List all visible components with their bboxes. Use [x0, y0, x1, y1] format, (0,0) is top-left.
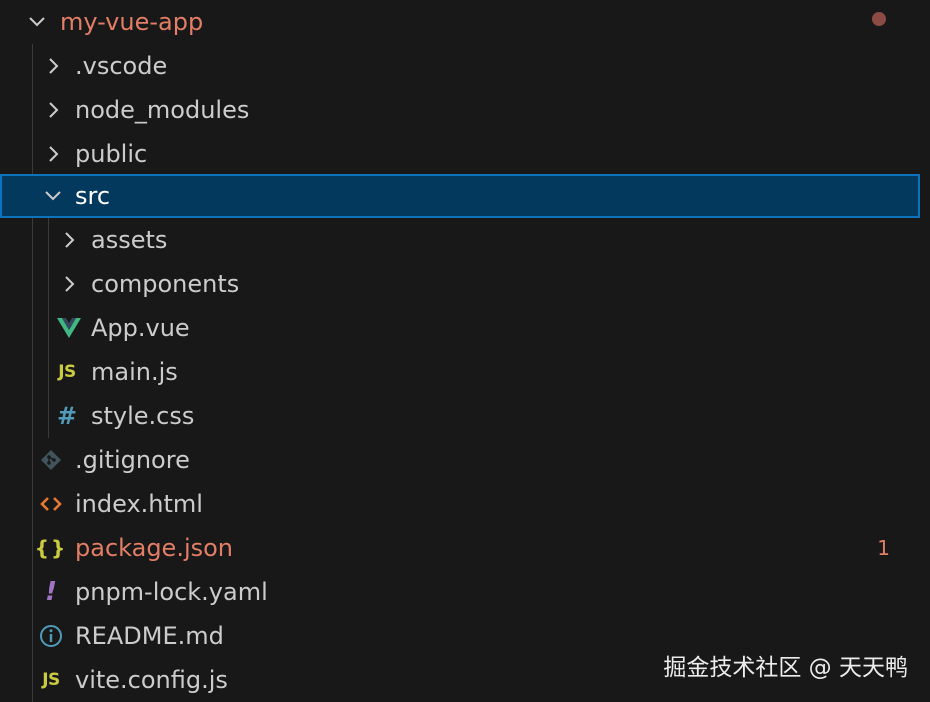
tree-item-package-json[interactable]: {} package.json 1	[0, 526, 930, 570]
html-icon	[38, 482, 64, 526]
chevron-right-icon	[56, 218, 82, 262]
tree-item-components-folder[interactable]: components	[0, 262, 930, 306]
yaml-icon: !	[45, 577, 57, 607]
tree-item-label: node_modules	[75, 96, 250, 124]
js-icon: JS	[42, 670, 60, 690]
tree-item-main-js[interactable]: JS main.js	[0, 350, 930, 394]
root-folder-label: my-vue-app	[60, 8, 204, 36]
tree-item-pnpm-lock-yaml[interactable]: ! pnpm-lock.yaml	[0, 570, 930, 614]
watermark-text: 掘金技术社区 @ 天天鸭	[663, 655, 908, 681]
tree-item-label: vite.config.js	[75, 666, 228, 694]
info-icon	[38, 614, 64, 658]
chevron-down-icon	[40, 174, 66, 218]
tree-item-src-folder[interactable]: src	[0, 174, 920, 218]
tree-item-vscode-folder[interactable]: .vscode	[0, 44, 930, 88]
chevron-right-icon	[40, 88, 66, 132]
tree-item-label: App.vue	[91, 314, 190, 342]
tree-item-label: style.css	[91, 402, 195, 430]
tree-item-index-html[interactable]: index.html	[0, 482, 930, 526]
tree-item-label: package.json	[75, 534, 234, 562]
git-icon	[38, 438, 64, 482]
tree-item-app-vue[interactable]: App.vue	[0, 306, 930, 350]
vue-icon	[56, 306, 82, 350]
json-icon: {}	[34, 536, 68, 560]
tree-item-node-modules-folder[interactable]: node_modules	[0, 88, 930, 132]
problem-count-badge: 1	[877, 536, 890, 560]
tree-item-label: components	[91, 270, 240, 298]
tree-item-label: index.html	[75, 490, 203, 518]
chevron-right-icon	[56, 262, 82, 306]
tree-item-public-folder[interactable]: public	[0, 132, 930, 176]
tree-item-label: README.md	[75, 622, 224, 650]
tree-item-label: public	[75, 140, 148, 168]
tree-item-style-css[interactable]: # style.css	[0, 394, 930, 438]
file-explorer-tree: my-vue-app .vscode node_modules public s…	[0, 0, 930, 702]
modified-status-dot	[872, 12, 886, 26]
tree-item-label: assets	[91, 226, 168, 254]
tree-item-label: pnpm-lock.yaml	[75, 578, 268, 606]
tree-item-assets-folder[interactable]: assets	[0, 218, 930, 262]
tree-item-label: .gitignore	[75, 446, 190, 474]
chevron-right-icon	[40, 44, 66, 88]
tree-item-label: .vscode	[75, 52, 168, 80]
tree-item-gitignore[interactable]: .gitignore	[0, 438, 930, 482]
chevron-right-icon	[40, 132, 66, 176]
tree-item-label: main.js	[91, 358, 178, 386]
explorer-root-folder[interactable]: my-vue-app	[0, 0, 930, 44]
tree-item-label: src	[75, 182, 111, 210]
css-icon: #	[56, 402, 78, 430]
chevron-down-icon	[24, 0, 50, 44]
js-icon: JS	[58, 362, 76, 382]
